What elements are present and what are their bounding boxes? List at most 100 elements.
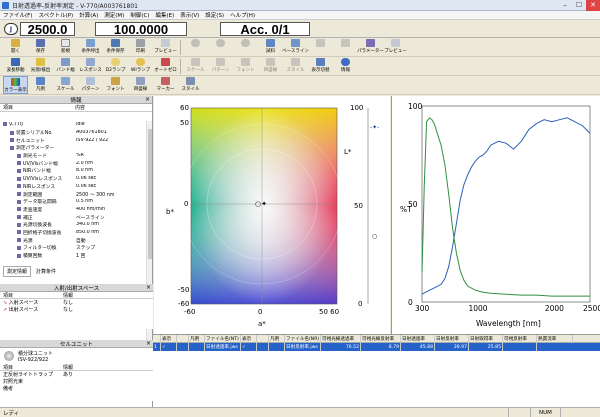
pattern3-button[interactable]: パターン xyxy=(78,76,103,94)
list-item[interactable]: フィルター切換 ステップ xyxy=(0,244,146,252)
list-item[interactable]: 回折格子切換波長 850.0 nm xyxy=(0,229,146,237)
table-header-cell[interactable]: 日射反射率 xyxy=(435,334,469,343)
menu-file[interactable]: ファイル(F) xyxy=(3,11,32,19)
list-item[interactable]: データ取込間隔 0.5 nm xyxy=(0,198,146,206)
menu-view[interactable]: 表示(V) xyxy=(180,11,199,19)
auto-zero-button[interactable]: オートゼロ xyxy=(153,57,178,75)
list-item[interactable]: 走査速度 400 nm/min xyxy=(0,206,146,214)
spectrum-chart[interactable]: %T Wavelength [nm] 300 1000 2000 2500100500 xyxy=(392,96,600,334)
table-header-cell[interactable]: 表示 xyxy=(241,334,257,343)
save-condition-button[interactable]: 条件保存 xyxy=(103,38,128,56)
source-detector-button[interactable]: 光源/検出 xyxy=(28,57,53,75)
response-button[interactable]: レスポンス xyxy=(78,57,103,75)
table-header-cell[interactable]: 日射透過率 xyxy=(401,334,435,343)
table-row[interactable]: 1 ✓ 日射透過率.jws ✓ 日射反射率.jws 76.52 8.79 45.88 28.97… xyxy=(153,343,600,351)
table-header-cell[interactable]: 可視光線透過率 xyxy=(321,334,361,343)
menu-help[interactable]: ヘルプ(H) xyxy=(230,11,255,19)
table-header-cell[interactable]: 凡例 xyxy=(189,334,205,343)
list-item[interactable]: V-770 idle xyxy=(0,121,146,129)
scale3-button[interactable]: スケール xyxy=(53,76,78,94)
table-header-cell[interactable]: 凡例 xyxy=(269,334,285,343)
load-condition-button[interactable]: 条件呼出 xyxy=(78,38,103,56)
info-button[interactable]: 情報 xyxy=(333,57,358,75)
list-item[interactable]: NIRバンド幅 8.0 nm xyxy=(0,167,146,175)
tab-calc-condition[interactable]: 計算条件 xyxy=(33,267,59,276)
marker-button[interactable]: マーカー xyxy=(153,76,178,94)
color-chart[interactable]: ○✦ 60 50 0 -50 -60 b* -60 0 50 60 a* 100… xyxy=(154,96,390,334)
blank-button-2[interactable] xyxy=(333,38,358,56)
baseline-button[interactable]: ベースライン xyxy=(282,38,309,56)
pause-button[interactable] xyxy=(233,38,258,56)
menu-control[interactable]: 制御(C) xyxy=(130,11,149,19)
display-toggle-button[interactable]: 表示切替 xyxy=(308,57,333,75)
blank-button-1[interactable] xyxy=(308,38,333,56)
print-button[interactable]: 印刷 xyxy=(128,38,153,56)
list-item[interactable]: ➘ 入射スペース なし xyxy=(0,299,153,306)
preview2-button[interactable]: プレビュー xyxy=(383,38,408,56)
close-icon[interactable]: ✕ xyxy=(586,0,600,11)
table-header-cell[interactable]: 日射取得率 xyxy=(469,334,503,343)
open-button[interactable]: 開く xyxy=(3,38,28,56)
measure-start-button[interactable] xyxy=(183,38,208,56)
legend-button[interactable]: 凡例 xyxy=(28,76,53,94)
menu-measure[interactable]: 測定(M) xyxy=(104,11,124,19)
wavelength-move-button[interactable]: 波長移動 xyxy=(3,57,28,75)
d2-lamp-button[interactable]: D2ランプ xyxy=(103,57,128,75)
close-icon[interactable]: × xyxy=(146,284,151,291)
scale-button[interactable]: スケール xyxy=(183,57,208,75)
menu-settings[interactable]: 設定(S) xyxy=(205,11,224,19)
scroll-thumb[interactable] xyxy=(148,129,152,259)
list-item[interactable]: 光源切換波長 340.0 nm xyxy=(0,221,146,229)
minimize-icon[interactable]: – xyxy=(558,0,572,11)
list-item[interactable]: 測光モード %R xyxy=(0,152,146,160)
font3-button[interactable]: フォント xyxy=(103,76,128,94)
gridline-button[interactable]: 目盛線 xyxy=(258,57,283,75)
parameter-button[interactable]: パラメーター xyxy=(357,38,384,56)
x-tick-label: 2000 xyxy=(545,304,564,313)
list-item[interactable]: 備考 xyxy=(0,385,153,392)
new-button[interactable]: 新規 xyxy=(53,38,78,56)
table-header-cell[interactable]: ファイル名(NR) xyxy=(285,334,321,343)
style3-button[interactable]: スタイル xyxy=(178,76,203,94)
table-header-cell[interactable]: 表示 xyxy=(161,334,177,343)
bandwidth-button[interactable]: バンド幅 xyxy=(53,57,78,75)
list-item[interactable]: 測定パラメーター xyxy=(0,144,146,152)
sample-button[interactable]: 試料 xyxy=(258,38,283,56)
list-item[interactable]: 対照光束 xyxy=(0,378,153,385)
list-item[interactable]: ➚ 出射スペース なし xyxy=(0,306,153,313)
pattern-button[interactable]: パターン xyxy=(208,57,233,75)
measure-stop-button[interactable] xyxy=(208,38,233,56)
close-icon[interactable]: × xyxy=(145,96,150,103)
table-header-cell[interactable]: 可視光線反射率 xyxy=(361,334,401,343)
style-button[interactable]: スタイル xyxy=(283,57,308,75)
list-item[interactable]: NIRレスポンス 0.06 sec xyxy=(0,183,146,191)
table-header-cell[interactable] xyxy=(257,334,269,343)
list-item[interactable]: 正反射ライトトラップ あり xyxy=(0,371,153,378)
list-item[interactable]: UV/Visバンド幅 2.0 nm xyxy=(0,159,146,167)
table-header-cell[interactable]: 可視反射率 xyxy=(503,334,537,343)
table-cell: 日射透過率.jws xyxy=(205,343,241,351)
wi-lamp-button[interactable]: WIランプ xyxy=(128,57,153,75)
list-item[interactable]: UV/Visレスポンス 0.06 sec xyxy=(0,175,146,183)
menu-spectrum[interactable]: スペクトル(P) xyxy=(38,11,73,19)
table-header-cell[interactable]: ファイル名(NT) xyxy=(205,334,241,343)
gridline3-button[interactable]: 目盛線 xyxy=(128,76,153,94)
list-item[interactable]: 光源 自動 xyxy=(0,236,146,244)
font-button[interactable]: フォント xyxy=(233,57,258,75)
list-item[interactable]: 積算回数 1 回 xyxy=(0,252,146,260)
maximize-icon[interactable]: ☐ xyxy=(572,0,586,11)
menu-calc[interactable]: 計算(A) xyxy=(79,11,98,19)
close-icon[interactable]: × xyxy=(146,340,151,347)
menu-edit[interactable]: 編集(E) xyxy=(155,11,174,19)
list-item[interactable]: セルユニット ISV-922 / 922 xyxy=(0,136,146,144)
table-header-cell[interactable] xyxy=(177,334,189,343)
color-display-button[interactable]: カラー表示 xyxy=(3,76,28,94)
table-header-cell[interactable]: 熱貫流率 xyxy=(537,334,573,343)
table-header-cell[interactable] xyxy=(153,334,161,343)
save-button[interactable]: 保存 xyxy=(28,38,53,56)
list-item[interactable]: 測定範囲 2500 ～ 300 nm xyxy=(0,190,146,198)
preview-button[interactable]: プレビュー xyxy=(153,38,178,56)
list-item[interactable]: 装置シリアルNo. A003761801 xyxy=(0,129,146,137)
tab-measure-info[interactable]: 測定情報 xyxy=(3,266,32,277)
list-item[interactable]: 補正 ベースライン xyxy=(0,213,146,221)
